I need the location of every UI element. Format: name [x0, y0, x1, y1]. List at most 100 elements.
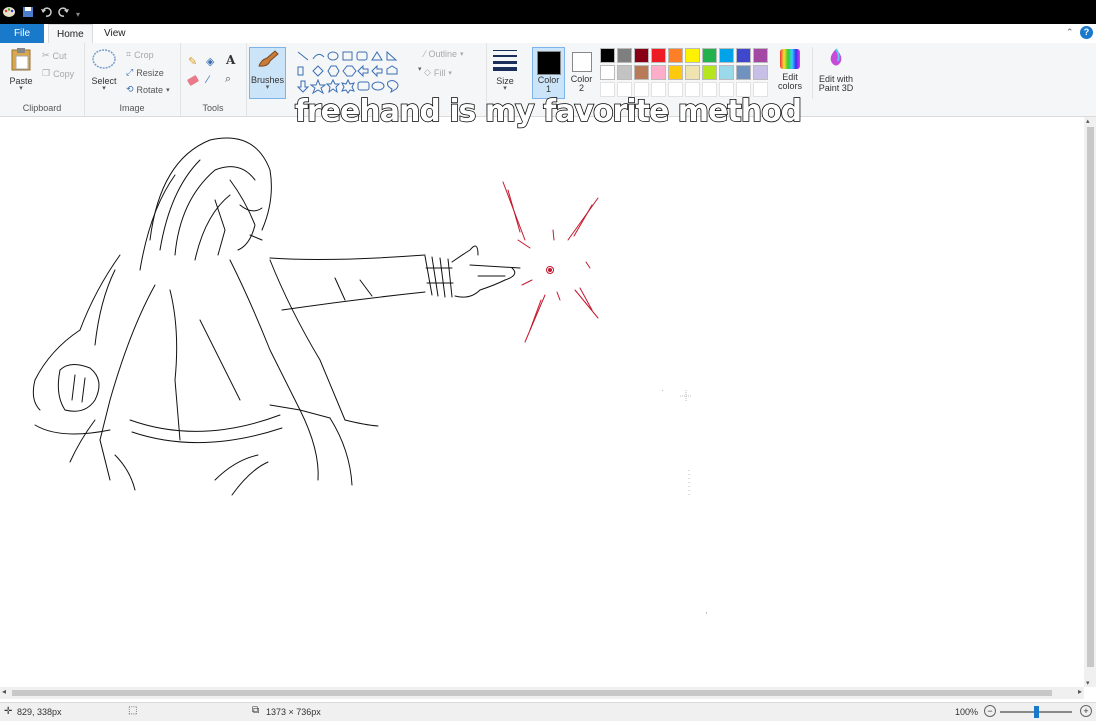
- clipboard-group-label: Clipboard: [22, 103, 62, 113]
- drawing-canvas[interactable]: [4, 121, 1082, 687]
- palette-swatch[interactable]: [685, 48, 700, 63]
- text-icon[interactable]: A: [226, 53, 235, 67]
- rotate-button[interactable]: ⟲ Rotate ▾: [126, 84, 170, 95]
- palette-swatch[interactable]: [736, 82, 751, 97]
- title-bar: ▾: [0, 0, 1096, 24]
- scroll-left-icon[interactable]: ◂: [2, 687, 6, 696]
- crop-icon: ⌗: [126, 49, 132, 59]
- palette-swatch[interactable]: [634, 65, 649, 80]
- rotate-icon: ⟲: [126, 84, 134, 94]
- palette-swatch[interactable]: [617, 48, 632, 63]
- clipboard-icon: [10, 48, 32, 75]
- zoom-slider[interactable]: [1000, 706, 1072, 718]
- palette-swatch[interactable]: [600, 48, 615, 63]
- palette-swatch[interactable]: [702, 82, 717, 97]
- copy-button[interactable]: ❐ Copy: [42, 68, 74, 79]
- cut-button[interactable]: ✂ Cut: [42, 50, 67, 61]
- copy-icon: ❐: [42, 68, 51, 78]
- resize-button[interactable]: ⤢ Resize: [126, 67, 164, 78]
- chevron-down-icon: ▾: [166, 86, 170, 94]
- palette-swatch[interactable]: [685, 65, 700, 80]
- palette-swatch[interactable]: [719, 82, 734, 97]
- eraser-icon[interactable]: [186, 74, 200, 87]
- palette-swatch[interactable]: [634, 82, 649, 97]
- palette-swatch[interactable]: [753, 48, 768, 63]
- shapes-scroll-icon[interactable]: ▾: [418, 65, 422, 73]
- tab-home[interactable]: Home: [48, 24, 93, 44]
- edit-colors-label-2: colors: [777, 81, 802, 91]
- outline-icon: ⁄: [424, 49, 426, 59]
- pencil-icon[interactable]: ✎: [188, 55, 197, 68]
- brushes-button[interactable]: Brushes ▾: [249, 47, 286, 99]
- save-icon[interactable]: [22, 5, 34, 23]
- cursor-position: 829, 338px: [17, 707, 62, 717]
- palette-swatch[interactable]: [719, 65, 734, 80]
- file-tab[interactable]: File: [0, 24, 44, 43]
- outline-button[interactable]: ⁄ Outline ▾: [424, 49, 464, 59]
- size-button[interactable]: Size ▾: [490, 47, 520, 97]
- help-icon[interactable]: ?: [1080, 26, 1093, 39]
- paint3d-icon: [826, 48, 846, 73]
- vertical-scrollbar[interactable]: ▴ ▾: [1084, 117, 1096, 687]
- undo-icon[interactable]: [40, 5, 52, 23]
- canvas-area: [0, 117, 1084, 687]
- palette-swatch[interactable]: [668, 82, 683, 97]
- palette-swatch[interactable]: [668, 65, 683, 80]
- scroll-right-icon[interactable]: ▸: [1078, 687, 1082, 696]
- select-button[interactable]: Select ▾: [88, 47, 120, 93]
- palette-swatch[interactable]: [617, 65, 632, 80]
- crop-button[interactable]: ⌗ Crop: [126, 49, 154, 60]
- palette-swatch[interactable]: [719, 48, 734, 63]
- palette-swatch[interactable]: [702, 65, 717, 80]
- palette-swatch[interactable]: [651, 82, 666, 97]
- fill-button[interactable]: ◇ Fill ▾: [424, 67, 452, 78]
- chevron-down-icon: ▾: [503, 85, 507, 92]
- palette-swatch[interactable]: [702, 48, 717, 63]
- color-wheel-icon: [780, 49, 800, 69]
- fill-icon[interactable]: ◈: [206, 55, 214, 68]
- palette-swatch[interactable]: [685, 82, 700, 97]
- zoom-slider-thumb[interactable]: [1034, 706, 1039, 718]
- copy-label: Copy: [53, 68, 75, 79]
- color1-button[interactable]: Color 1: [532, 47, 565, 99]
- palette-swatch[interactable]: [600, 65, 615, 80]
- edit-colors-button[interactable]: Edit colors: [774, 47, 806, 99]
- customize-qat-icon[interactable]: ▾: [76, 10, 80, 19]
- sketch-drawing: [32, 137, 708, 615]
- redo-icon[interactable]: [58, 5, 70, 23]
- chevron-down-icon: ▾: [265, 84, 270, 91]
- color1-number: 1: [545, 84, 551, 94]
- color1-swatch: [536, 51, 561, 75]
- paste-button[interactable]: Paste ▾: [6, 47, 36, 93]
- image-size: 1373 × 736px: [266, 707, 321, 717]
- status-bar: ✛ 829, 338px ⬚ ⧉ 1373 × 736px 100% − +: [0, 702, 1096, 721]
- shapes-gallery[interactable]: [296, 49, 416, 95]
- zoom-in-icon[interactable]: +: [1080, 705, 1092, 717]
- tab-view[interactable]: View: [96, 24, 134, 43]
- color-picker-icon[interactable]: ⁄: [207, 74, 209, 86]
- palette-swatch[interactable]: [634, 48, 649, 63]
- magnifier-icon[interactable]: ⌕: [225, 73, 231, 86]
- collapse-ribbon-icon[interactable]: ⌃: [1066, 27, 1074, 38]
- palette-swatch[interactable]: [753, 65, 768, 80]
- palette-swatch[interactable]: [736, 65, 751, 80]
- scroll-down-icon[interactable]: ▾: [1086, 679, 1090, 687]
- palette-swatch[interactable]: [651, 65, 666, 80]
- palette-swatch[interactable]: [600, 82, 615, 97]
- palette-swatch[interactable]: [668, 48, 683, 63]
- vertical-scroll-thumb[interactable]: [1087, 127, 1094, 667]
- horizontal-scroll-thumb[interactable]: [12, 690, 1052, 696]
- edit-paint3d-button[interactable]: Edit with Paint 3D: [812, 47, 859, 99]
- palette-swatch[interactable]: [753, 82, 768, 97]
- ribbon-tabs: File Home View ⌃ ?: [0, 24, 1096, 44]
- palette-swatch[interactable]: [617, 82, 632, 97]
- selection-size-icon: ⬚: [128, 705, 138, 716]
- palette-swatch[interactable]: [736, 48, 751, 63]
- color2-button[interactable]: Color 2: [566, 47, 597, 97]
- color2-number: 2: [578, 83, 584, 93]
- horizontal-scrollbar[interactable]: ◂ ▸: [0, 687, 1084, 699]
- scroll-up-icon[interactable]: ▴: [1086, 117, 1090, 125]
- fill-bucket-icon: ◇: [424, 67, 431, 77]
- zoom-out-icon[interactable]: −: [984, 705, 996, 717]
- palette-swatch[interactable]: [651, 48, 666, 63]
